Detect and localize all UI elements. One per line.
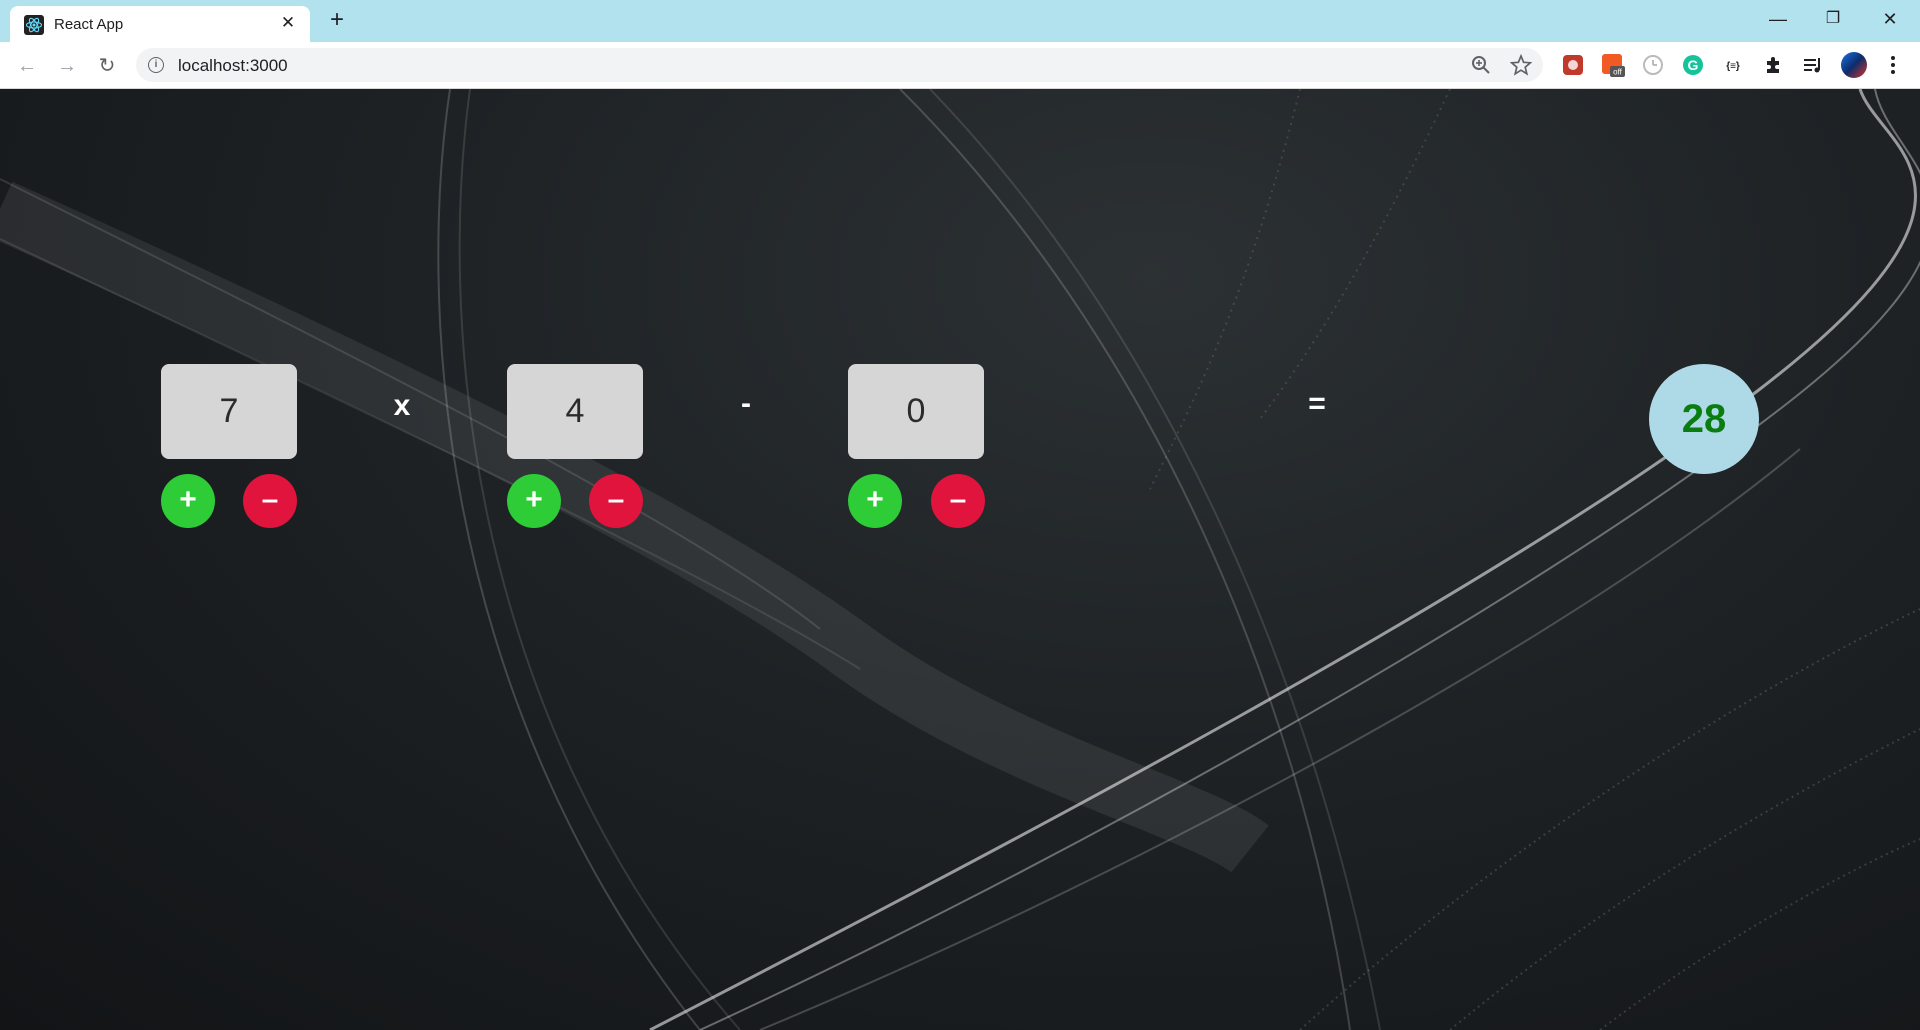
svg-text:G: G [1688,57,1699,73]
operand-3-decrement-button[interactable]: – [931,474,985,528]
json-icon[interactable]: {≡} [1721,53,1745,77]
tab-strip: React App ✕ + — ❐ ✕ [0,0,1920,42]
new-tab-button[interactable]: + [325,8,349,33]
zoom-icon[interactable] [1470,54,1492,76]
address-bar[interactable]: i localhost:3000 [136,48,1543,82]
info-icon[interactable]: i [148,57,164,73]
operand-1-decrement-button[interactable]: – [243,474,297,528]
multiply-operator: x [393,389,411,422]
svg-text:off: off [1613,68,1623,77]
back-button[interactable]: ← [14,53,40,79]
ext-clock-icon[interactable] [1641,53,1665,77]
browser-tab[interactable]: React App ✕ [10,6,310,42]
ext-orange-off-icon[interactable]: off [1601,53,1625,77]
operand-3-increment-button[interactable]: + [848,474,902,528]
menu-dots-icon[interactable] [1881,53,1905,77]
bookmark-star-icon[interactable] [1510,54,1532,76]
equals-operator: = [1308,387,1326,420]
react-icon [24,15,44,35]
minimize-button[interactable]: — [1754,6,1802,32]
result-display: 28 [1649,364,1759,474]
operand-2-display: 4 [507,364,643,459]
close-window-button[interactable]: ✕ [1866,6,1914,32]
close-tab-icon[interactable]: ✕ [278,13,298,33]
ext-red-icon[interactable] [1561,53,1585,77]
subtract-operator: - [741,387,751,420]
operand-2-decrement-button[interactable]: – [589,474,643,528]
tab-title: React App [54,16,124,33]
operand-1-display: 7 [161,364,297,459]
operand-2-increment-button[interactable]: + [507,474,561,528]
operand-1-increment-button[interactable]: + [161,474,215,528]
puzzle-icon[interactable] [1761,53,1785,77]
grammarly-icon[interactable]: G [1681,53,1705,77]
restore-button[interactable]: ❐ [1809,6,1857,32]
svg-text:{≡}: {≡} [1726,61,1740,72]
reload-button[interactable]: ↻ [94,53,120,79]
background-waves-image [0,89,1920,1030]
operand-3-display: 0 [848,364,984,459]
browser-toolbar: ← → ↻ i localhost:3000 off G {≡} [0,42,1920,89]
profile-avatar[interactable] [1840,51,1868,79]
page-content: 7 + – x 4 + – - 0 + – = 28 [0,89,1920,1030]
url-text[interactable]: localhost:3000 [178,56,288,76]
media-icon[interactable] [1801,53,1825,77]
forward-button[interactable]: → [54,53,80,79]
